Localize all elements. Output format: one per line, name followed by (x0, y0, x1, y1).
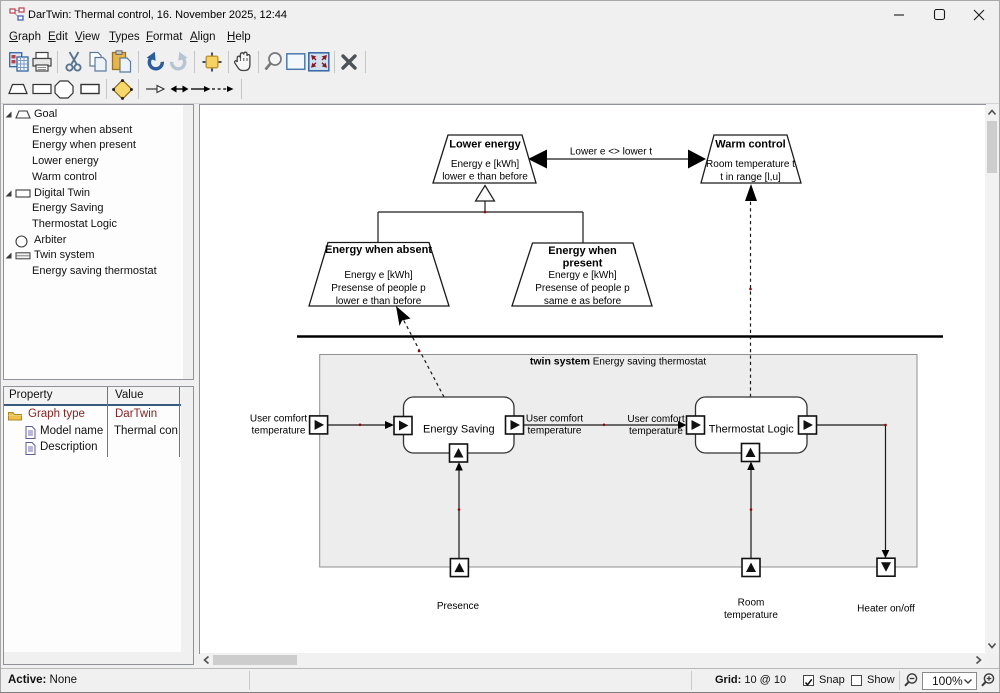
svg-text:temperature: temperature (724, 610, 778, 621)
svg-text:Lower energy: Lower energy (449, 139, 521, 151)
svg-text:t in range [l,u]: t in range [l,u] (720, 172, 781, 183)
svg-text:Energy when: Energy when (548, 245, 617, 257)
svg-text:same e as before: same e as before (544, 296, 622, 307)
svg-text:twin system Energy saving ther: twin system Energy saving thermostat (530, 356, 706, 368)
svg-text:User comfort: User comfort (627, 414, 684, 425)
svg-text:Lower e <> lower t: Lower e <> lower t (570, 147, 652, 158)
svg-text:Presence: Presence (437, 601, 480, 612)
svg-text:Energy Saving: Energy Saving (423, 424, 495, 436)
svg-text:temperature: temperature (629, 426, 683, 437)
svg-text:Energy e [kWh]: Energy e [kWh] (451, 159, 520, 170)
svg-text:Presense of people p: Presense of people p (331, 283, 426, 294)
svg-text:Energy when absent: Energy when absent (325, 244, 432, 256)
svg-text:temperature: temperature (528, 426, 582, 437)
svg-text:Heater on/off: Heater on/off (857, 604, 915, 615)
svg-text:Warm control: Warm control (715, 139, 786, 151)
svg-text:Room: Room (738, 598, 765, 609)
svg-text:present: present (563, 258, 603, 270)
svg-text:User comfort: User comfort (526, 414, 583, 425)
svg-text:temperature: temperature (252, 426, 306, 437)
svg-text:Presense of people p: Presense of people p (535, 283, 630, 294)
svg-text:User comfort: User comfort (250, 414, 307, 425)
svg-text:Energy e [kWh]: Energy e [kWh] (548, 270, 617, 281)
svg-text:Energy e [kWh]: Energy e [kWh] (344, 270, 413, 281)
svg-text:lower e than before: lower e than before (442, 172, 528, 183)
svg-text:Room temperature t: Room temperature t (706, 159, 795, 170)
svg-text:lower e than before: lower e than before (336, 296, 422, 307)
svg-text:Thermostat Logic: Thermostat Logic (709, 424, 794, 436)
